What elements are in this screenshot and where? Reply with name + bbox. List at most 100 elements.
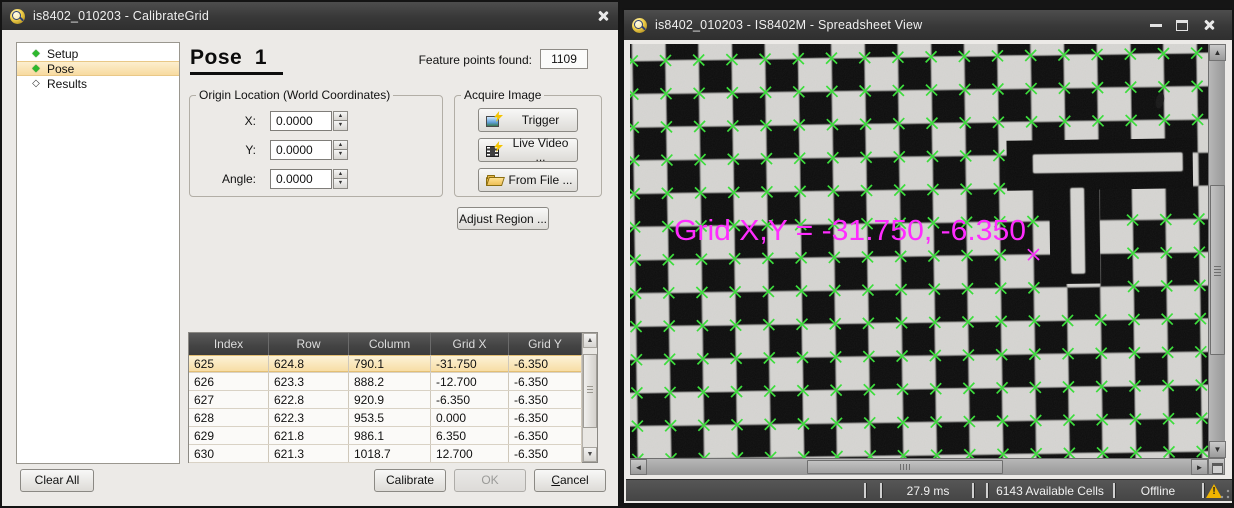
adjust-region-button[interactable]: Adjust Region ... [457,207,549,230]
status-bar: 27.9 ms 6143 Available Cells Offline ! [626,479,1232,501]
spreadsheet-titlebar[interactable]: is8402_010203 - IS8402M - Spreadsheet Vi… [624,10,1232,40]
live-video-button[interactable]: Live Video ... [478,138,578,162]
cell: -31.750 [431,355,509,372]
live-video-icon [486,143,502,157]
feature-points-table: IndexRowColumnGrid XGrid Y625624.8790.1-… [188,332,598,463]
scrollbar-corner-button[interactable] [1208,458,1225,475]
scroll-down-icon[interactable]: ▼ [1209,441,1226,458]
table-scroll-thumb[interactable] [583,354,597,428]
origin-x-input[interactable] [270,111,332,131]
column-header-index[interactable]: Index [189,333,269,355]
cell: 986.1 [349,427,431,444]
cell: -6.350 [431,391,509,408]
spinner-down-icon[interactable]: ▼ [333,121,348,131]
screen: is8402_010203 - CalibrateGrid ◆ Setup◆Pos… [0,0,1234,508]
cell: 953.5 [349,409,431,426]
sidebar-item-results[interactable]: ◇Results [17,76,179,91]
calibrate-button[interactable]: Calibrate [374,469,446,492]
acquisition-time: 27.9 ms [884,480,972,501]
button-label: Trigger [508,113,577,127]
origin-field-row: X: ▲▼ [190,110,442,131]
ok-button[interactable]: OK [454,469,526,492]
origin-location-legend: Origin Location (World Coordinates) [196,88,393,102]
origin-field-row: Y: ▲▼ [190,139,442,160]
trigger-button[interactable]: Trigger [478,108,578,132]
clear-all-button[interactable]: Clear All [20,469,94,492]
minimize-icon[interactable] [1150,24,1162,27]
connection-status: Offline [1117,480,1199,501]
origin-field-row: Angle: ▲▼ [190,168,442,189]
cell: 623.3 [269,373,349,390]
table-scrollbar: ▲ ▼ [582,333,597,462]
cell: 621.8 [269,427,349,444]
cell: 630 [189,445,269,462]
scroll-up-icon[interactable]: ▲ [1209,44,1226,61]
column-header-grid-y[interactable]: Grid Y [509,333,582,355]
calibration-step-tree: ◆ Setup◆Pose◇Results [16,42,180,464]
spinner-up-icon[interactable]: ▲ [333,111,348,122]
table-row[interactable]: 630621.31018.712.700-6.350 [189,445,582,463]
cell: 626 [189,373,269,390]
spinner-up-icon[interactable]: ▲ [333,169,348,180]
feature-points-label: Feature points found: [382,53,532,67]
origin-angle-input[interactable] [270,169,332,189]
spinner: ▲▼ [333,140,348,160]
table-row[interactable]: 625624.8790.1-31.750-6.350 [189,355,582,373]
close-icon[interactable] [1202,18,1216,32]
sidebar-item-label: Pose [47,62,74,76]
acquire-image-legend: Acquire Image [461,88,544,102]
pose-heading: Pose 1 [190,46,283,75]
horizontal-scrollbar: ◄ ► [630,458,1208,475]
diamond-filled-green: ◆ [29,48,43,59]
column-header-row[interactable]: Row [269,333,349,355]
camera-image-viewport[interactable]: Grid X,Y = -31.750, -6.350 [630,44,1208,458]
cell: 920.9 [349,391,431,408]
close-icon[interactable] [596,9,610,23]
scroll-right-icon[interactable]: ► [1191,459,1208,475]
origin-field-label: X: [190,114,270,128]
insight-app-icon [10,9,25,24]
spinner: ▲▼ [333,169,348,189]
from-file-button[interactable]: From File ... [478,168,578,192]
calibration-grid-image: Grid X,Y = -31.750, -6.350 [630,44,1208,458]
calibrate-grid-window: is8402_010203 - CalibrateGrid ◆ Setup◆Pos… [0,0,620,508]
available-cells: 6143 Available Cells [990,480,1110,501]
cancel-button[interactable]: Cancel [534,469,606,492]
calibrate-grid-titlebar[interactable]: is8402_010203 - CalibrateGrid [2,2,618,30]
vertical-scrollbar: ▲ ▼ [1208,44,1225,458]
cell: -6.350 [509,409,582,426]
table-row[interactable]: 626623.3888.2-12.700-6.350 [189,373,582,391]
table-row[interactable]: 627622.8920.9-6.350-6.350 [189,391,582,409]
cell: 627 [189,391,269,408]
spinner-up-icon[interactable]: ▲ [333,140,348,151]
spinner-down-icon[interactable]: ▼ [333,179,348,189]
table-row[interactable]: 629621.8986.16.350-6.350 [189,427,582,445]
table-scroll-up-icon[interactable]: ▲ [583,333,597,348]
cell: 888.2 [349,373,431,390]
maximize-icon[interactable] [1176,20,1188,31]
table-scroll-down-icon[interactable]: ▼ [583,447,597,462]
resize-grip[interactable] [1220,489,1230,499]
scroll-left-icon[interactable]: ◄ [630,459,647,475]
cell: 1018.7 [349,445,431,462]
horizontal-scroll-thumb[interactable] [807,460,1003,474]
origin-location-group: Origin Location (World Coordinates) X:▲▼… [189,88,443,197]
origin-field-label: Angle: [190,172,270,186]
column-header-column[interactable]: Column [349,333,431,355]
spinner: ▲▼ [333,111,348,131]
cell: 12.700 [431,445,509,462]
cell: 790.1 [349,355,431,372]
sidebar-item-setup[interactable]: ◆ Setup [17,46,179,61]
cell: 622.3 [269,409,349,426]
grid-xy-overlay-text: Grid X,Y = -31.750, -6.350 [674,215,1026,247]
sidebar-item-pose[interactable]: ◆Pose [17,61,179,76]
cell: 629 [189,427,269,444]
column-header-grid-x[interactable]: Grid X [431,333,509,355]
origin-y-input[interactable] [270,140,332,160]
origin-field-label: Y: [190,143,270,157]
sidebar-item-label: Setup [47,47,78,61]
spreadsheet-title: is8402_010203 - IS8402M - Spreadsheet Vi… [655,18,922,32]
vertical-scroll-thumb[interactable] [1210,185,1225,355]
table-row[interactable]: 628622.3953.50.000-6.350 [189,409,582,427]
spinner-down-icon[interactable]: ▼ [333,150,348,160]
